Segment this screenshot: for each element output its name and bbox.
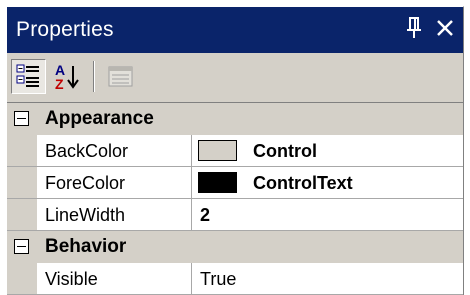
close-icon[interactable] — [432, 13, 458, 43]
svg-text:Z: Z — [55, 76, 64, 92]
property-pages-icon — [108, 66, 133, 87]
categorized-icon — [16, 64, 39, 87]
property-name: ForeColor — [45, 173, 126, 193]
property-name: LineWidth — [45, 205, 126, 225]
property-row-visible[interactable]: Visible True — [7, 263, 463, 295]
category-label: Behavior — [45, 236, 127, 257]
property-value[interactable]: 2 — [200, 205, 210, 226]
property-grid: Appearance BackColor Control ForeColor C… — [7, 103, 463, 295]
column-divider — [191, 135, 192, 166]
property-value[interactable]: ControlText — [253, 173, 353, 194]
sort-az-icon: A Z — [55, 62, 79, 92]
collapse-icon[interactable] — [14, 111, 29, 126]
property-pages-button[interactable] — [103, 59, 138, 94]
property-value[interactable]: Control — [253, 141, 317, 162]
collapse-icon[interactable] — [14, 239, 29, 254]
category-appearance[interactable]: Appearance — [7, 103, 463, 135]
category-behavior[interactable]: Behavior — [7, 231, 463, 263]
window-title: Properties — [16, 18, 114, 41]
toolbar: A Z — [7, 53, 463, 103]
color-swatch — [198, 172, 237, 193]
property-row-backcolor[interactable]: BackColor Control — [7, 135, 463, 167]
pin-icon[interactable] — [401, 13, 427, 43]
categorized-view-button[interactable] — [11, 59, 46, 94]
color-swatch — [198, 140, 237, 161]
properties-window: Properties A Z Appearance BackColor Cont… — [6, 6, 464, 295]
title-bar[interactable]: Properties — [7, 7, 463, 53]
column-divider — [191, 263, 192, 294]
property-row-forecolor[interactable]: ForeColor ControlText — [7, 167, 463, 199]
property-value[interactable]: True — [200, 269, 236, 290]
property-row-linewidth[interactable]: LineWidth 2 — [7, 199, 463, 231]
column-divider — [191, 167, 192, 198]
property-name: BackColor — [45, 141, 129, 161]
alphabetical-sort-button[interactable]: A Z — [51, 59, 86, 94]
column-divider — [191, 199, 192, 230]
toolbar-separator — [93, 61, 95, 92]
category-label: Appearance — [45, 108, 154, 129]
property-name: Visible — [45, 269, 98, 289]
